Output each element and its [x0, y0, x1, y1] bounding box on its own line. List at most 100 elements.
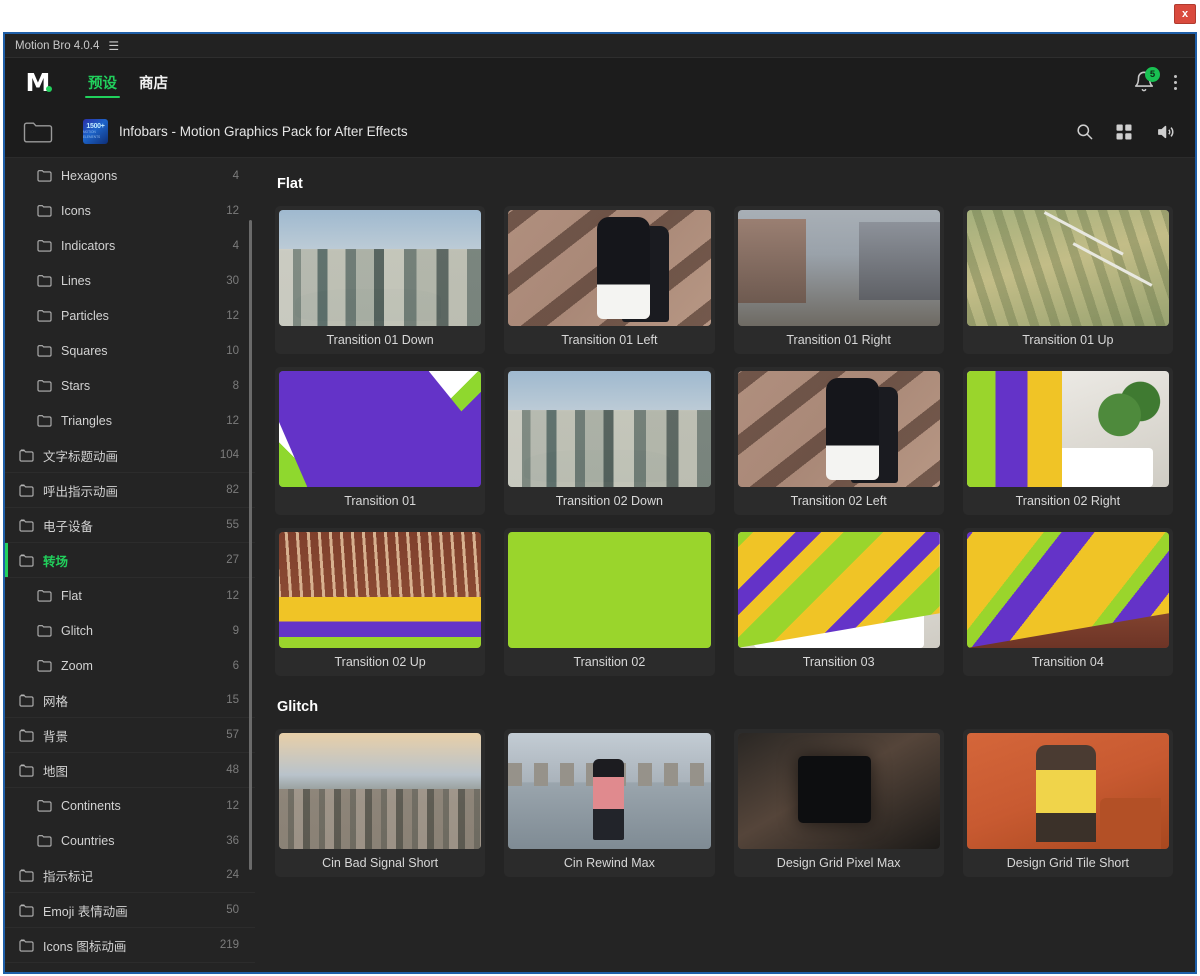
sidebar-item[interactable]: Countries 36	[5, 823, 255, 858]
preset-card[interactable]: Transition 01	[275, 367, 486, 515]
folder-icon[interactable]	[23, 120, 53, 143]
preset-card[interactable]: Cin Rewind Max	[504, 729, 715, 877]
thumb-art	[279, 210, 482, 326]
preset-label: Transition 01 Down	[326, 333, 434, 347]
tab-store[interactable]: 商店	[139, 58, 168, 106]
sidebar-item-label: Triangles	[61, 413, 112, 428]
preset-card[interactable]: Transition 02	[504, 528, 715, 676]
preset-label: Transition 02	[573, 655, 646, 669]
preset-thumbnail[interactable]	[737, 210, 940, 326]
preset-card[interactable]: Transition 03	[733, 528, 944, 676]
preset-card[interactable]: Transition 02 Left	[733, 367, 944, 515]
folder-icon	[37, 415, 52, 427]
window-close-button[interactable]: x	[1174, 4, 1196, 24]
preset-thumbnail[interactable]	[279, 210, 482, 326]
preset-card[interactable]: Cin Bad Signal Short	[275, 729, 486, 877]
sidebar-item[interactable]: Triangles 12	[5, 403, 255, 438]
preset-thumbnail[interactable]	[737, 733, 940, 849]
preset-thumbnail[interactable]	[508, 733, 711, 849]
preset-thumbnail[interactable]	[279, 371, 482, 487]
preset-card[interactable]: Transition 01 Up	[962, 206, 1173, 354]
preset-thumbnail[interactable]	[966, 210, 1169, 326]
preset-thumbnail[interactable]	[279, 532, 482, 648]
hamburger-icon[interactable]: ☰	[108, 40, 119, 52]
notifications-button[interactable]: 5	[1133, 67, 1160, 94]
card-grid: Cin Bad Signal Short Cin Rewind Max Desi…	[275, 729, 1173, 877]
sidebar-item[interactable]: Lines 30	[5, 263, 255, 298]
header-actions: 5	[1133, 67, 1177, 94]
sidebar-item[interactable]: 指示标记 24	[5, 858, 255, 893]
sidebar-item-count: 12	[226, 309, 239, 322]
panel-title-strip: Motion Bro 4.0.4 ☰	[5, 34, 1195, 58]
sidebar-item-count: 6	[232, 659, 239, 672]
sidebar-item-label: Icons	[61, 203, 91, 218]
sidebar-item[interactable]: 文字标题动画 104	[5, 438, 255, 473]
sidebar-item[interactable]: Stars 8	[5, 368, 255, 403]
preset-thumbnail[interactable]	[508, 210, 711, 326]
breadcrumb-bar: 1500+ MOTION ELEMENTS Infobars - Motion …	[5, 106, 1195, 158]
folder-icon	[19, 729, 34, 742]
preset-card[interactable]: Transition 04	[962, 528, 1173, 676]
sidebar-item[interactable]: 背景 57	[5, 718, 255, 753]
preset-thumbnail[interactable]	[966, 733, 1169, 849]
sidebar: Hexagons 4 Icons 12 Indicators 4 Lines 30 Pa…	[5, 158, 255, 972]
sidebar-item[interactable]: 转场 27	[5, 543, 255, 578]
folder-icon	[37, 380, 52, 392]
sidebar-item[interactable]: Emoji 表情动画 50	[5, 893, 255, 928]
folder-icon	[37, 835, 52, 847]
preset-thumbnail[interactable]	[279, 733, 482, 849]
search-icon[interactable]	[1075, 122, 1094, 141]
sidebar-scrollbar[interactable]	[249, 220, 252, 870]
sidebar-item[interactable]: Icons 图标动画 219	[5, 928, 255, 963]
sidebar-item[interactable]: 网格 15	[5, 683, 255, 718]
preset-label: Transition 02 Left	[790, 494, 887, 508]
folder-icon	[37, 205, 52, 217]
sidebar-item-label: Glitch	[61, 623, 93, 638]
sidebar-item[interactable]: Indicators 4	[5, 228, 255, 263]
sidebar-item[interactable]: Hexagons 4	[5, 158, 255, 193]
folder-icon	[19, 939, 34, 952]
sidebar-item-count: 55	[226, 519, 239, 531]
sidebar-item[interactable]: Continents 12	[5, 788, 255, 823]
preset-card[interactable]: Transition 01 Left	[504, 206, 715, 354]
pack-badge-line2: MOTION ELEMENTS	[83, 130, 101, 139]
preset-card[interactable]: Transition 02 Right	[962, 367, 1173, 515]
preset-thumbnail[interactable]	[737, 371, 940, 487]
sidebar-item-count: 9	[232, 624, 239, 637]
volume-icon[interactable]	[1154, 122, 1177, 142]
sidebar-item[interactable]: Zoom 6	[5, 648, 255, 683]
sidebar-item[interactable]: Particles 12	[5, 298, 255, 333]
sidebar-item[interactable]: Flat 12	[5, 578, 255, 613]
sidebar-item[interactable]: 地图 48	[5, 753, 255, 788]
preset-card[interactable]: Design Grid Tile Short	[962, 729, 1173, 877]
preset-card[interactable]: Transition 02 Up	[275, 528, 486, 676]
grid-view-icon[interactable]	[1114, 122, 1134, 142]
more-vertical-icon[interactable]	[1173, 74, 1177, 90]
folder-icon	[37, 240, 52, 252]
sidebar-item[interactable]: 电子设备 55	[5, 508, 255, 543]
preset-card[interactable]: Transition 01 Right	[733, 206, 944, 354]
panel-title: Motion Bro 4.0.4	[15, 39, 100, 52]
folder-icon	[19, 694, 34, 707]
preset-thumbnail[interactable]	[966, 532, 1169, 648]
preset-card[interactable]: Transition 02 Down	[504, 367, 715, 515]
tab-presets[interactable]: 预设	[85, 58, 120, 106]
preset-thumbnail[interactable]	[737, 532, 940, 648]
card-grid: Transition 01 Down Transition 01 Left Tr…	[275, 206, 1173, 676]
sidebar-item-count: 57	[226, 729, 239, 741]
thumb-art-overlay	[966, 371, 1169, 487]
sidebar-item[interactable]: Squares 10	[5, 333, 255, 368]
preset-card[interactable]: Design Grid Pixel Max	[733, 729, 944, 877]
sidebar-item-count: 12	[226, 589, 239, 602]
preset-card[interactable]: Transition 01 Down	[275, 206, 486, 354]
kebab-dot	[1173, 80, 1177, 84]
preset-thumbnail[interactable]	[508, 371, 711, 487]
sidebar-item[interactable]: Glitch 9	[5, 613, 255, 648]
app-body: Hexagons 4 Icons 12 Indicators 4 Lines 30 Pa…	[5, 158, 1195, 972]
preset-thumbnail[interactable]	[508, 532, 711, 648]
sidebar-item[interactable]: Icons 12	[5, 193, 255, 228]
sidebar-item-count: 15	[226, 694, 239, 706]
sidebar-item[interactable]: 呼出指示动画 82	[5, 473, 255, 508]
sidebar-item-label: 网格	[43, 694, 69, 709]
preset-thumbnail[interactable]	[966, 371, 1169, 487]
